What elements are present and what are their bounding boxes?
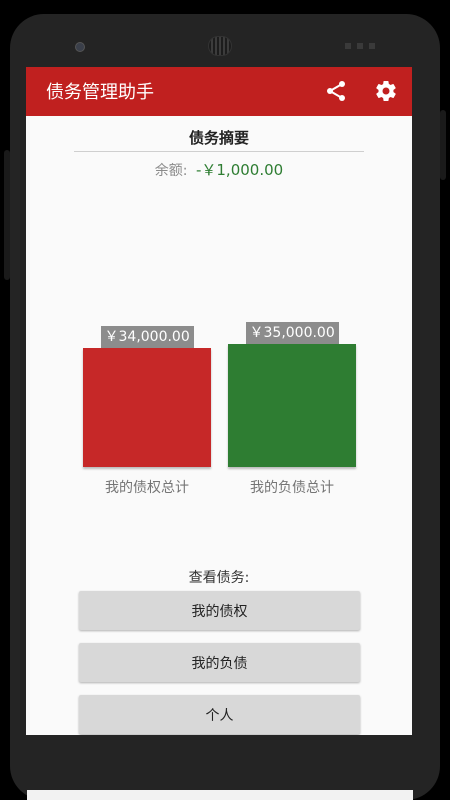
summary-divider — [74, 151, 364, 152]
balance-row: 余额: -￥1,000.00 — [26, 159, 412, 180]
debt-bar — [228, 344, 356, 467]
app-screen: 债务管理助手 债务摘要 余额: -￥1,000.00 ￥34,000.00 我的… — [26, 67, 412, 735]
balance-value: -￥1,000.00 — [195, 161, 284, 179]
volume-key — [4, 150, 10, 280]
my-debts-button[interactable]: 我的负债 — [79, 643, 360, 682]
debt-value-label: ￥35,000.00 — [245, 322, 339, 344]
power-key — [440, 110, 446, 180]
share-icon — [327, 81, 345, 101]
gear-icon — [376, 81, 396, 102]
front-camera-icon — [75, 42, 85, 52]
phone-frame: 债务管理助手 债务摘要 余额: -￥1,000.00 ￥34,000.00 我的… — [0, 0, 450, 800]
view-debts-label: 查看债务: — [188, 570, 250, 586]
my-credits-button[interactable]: 我的债权 — [79, 591, 360, 630]
share-button[interactable] — [321, 76, 351, 106]
summary-title: 债务摘要 — [188, 129, 249, 147]
settings-button[interactable] — [371, 76, 401, 106]
credit-category-label: 我的债权总计 — [105, 480, 189, 496]
balance-label: 余额: — [154, 163, 188, 179]
app-title: 债务管理助手 — [46, 82, 154, 103]
credit-value-label: ￥34,000.00 — [100, 326, 194, 348]
earpiece-speaker — [208, 36, 232, 56]
proximity-sensor — [345, 43, 375, 49]
credit-bar — [83, 348, 211, 467]
app-bar: 债务管理助手 — [26, 67, 412, 116]
debt-category-label: 我的负债总计 — [250, 480, 334, 496]
screen-bottom-edge — [27, 790, 413, 800]
personal-button[interactable]: 个人 — [79, 695, 360, 734]
